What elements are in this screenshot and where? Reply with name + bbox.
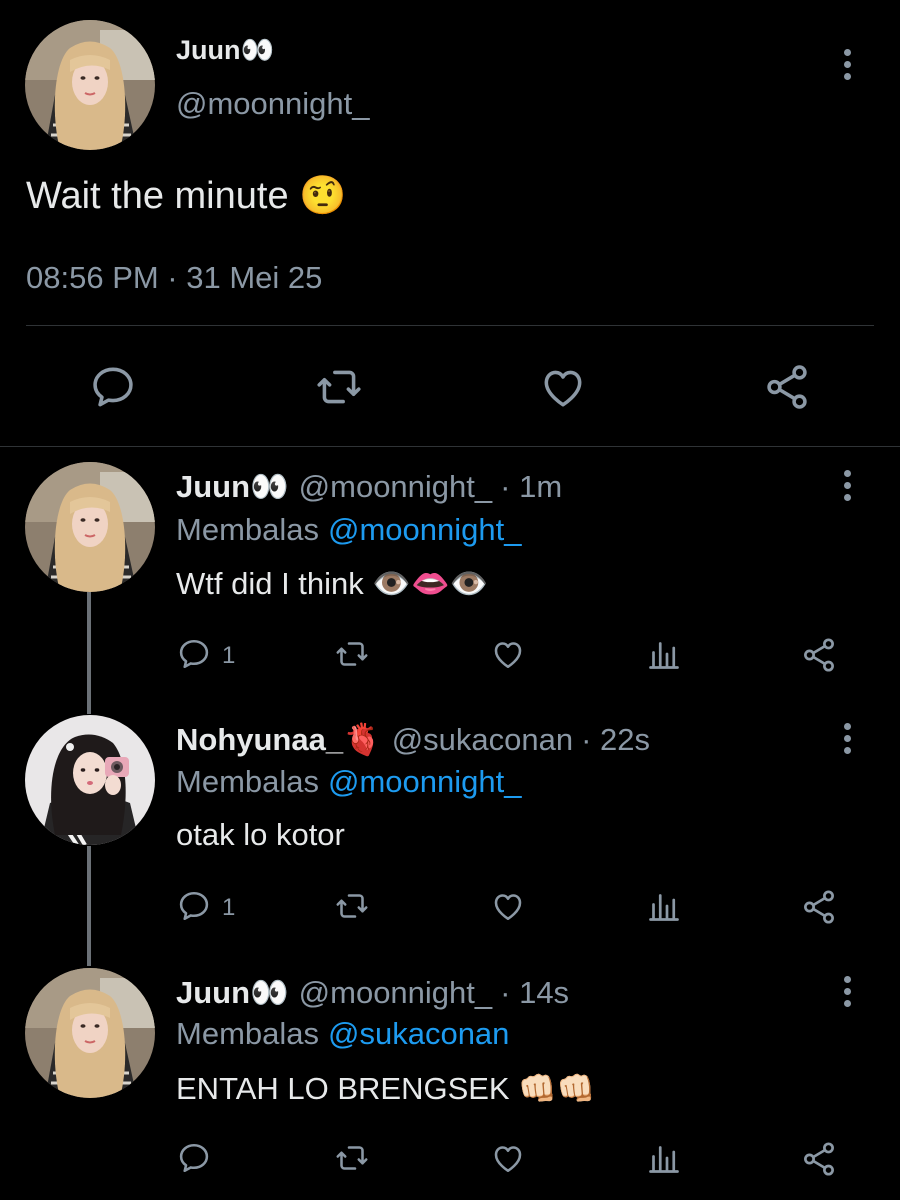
avatar[interactable] [25,968,155,1098]
replying-to-handle[interactable]: @moonnight_ [328,764,521,800]
reply-text: Wtf did I think 👁️👄👁️ [176,566,489,601]
reply-time: · 14s [500,975,570,1010]
replying-to: Membalas @sukaconan [176,1016,509,1052]
reply-text: otak lo kotor [176,817,345,852]
heart-icon[interactable] [490,636,526,672]
display-name[interactable]: Juun👀 [176,34,274,66]
divider [0,446,900,447]
comment-icon[interactable] [176,636,212,672]
avatar[interactable] [25,20,155,150]
retweet-icon[interactable] [333,636,371,672]
replying-to-handle[interactable]: @moonnight_ [328,512,521,548]
replying-to-label: Membalas [176,764,319,799]
replying-to-handle[interactable]: @sukaconan [328,1016,509,1052]
reply-header: Juun👀 @moonnight_ · 14s [176,974,569,1011]
reply-count: 1 [222,642,236,669]
heart-icon[interactable] [490,888,526,924]
avatar-image [25,462,155,592]
share-icon[interactable] [800,1140,838,1178]
replying-to: Membalas @moonnight_ [176,764,521,800]
display-name[interactable]: Nohyunaa_🫀 [176,721,382,758]
reply-header: Nohyunaa_🫀 @sukaconan · 22s [176,721,650,758]
thread-line [87,592,91,714]
reply-count: 1 [222,894,236,921]
views-icon[interactable] [646,888,682,924]
share-icon[interactable] [762,362,812,412]
reply-time: · 22s [581,722,651,757]
user-handle[interactable]: @moonnight_ [299,469,492,505]
heart-icon[interactable] [490,1140,526,1176]
comment-icon[interactable] [176,1140,212,1176]
tweet-timestamp: 08:56 PM · 31 Mei 25 [26,260,323,295]
share-icon[interactable] [800,636,838,674]
more-vertical-icon[interactable] [832,465,862,505]
reply-time: · 1m [500,469,563,504]
reply-text: ENTAH LO BRENGSEK 👊🏻👊🏻 [176,1071,596,1106]
comment-icon[interactable] [176,888,212,924]
display-name[interactable]: Juun👀 [176,468,289,505]
more-vertical-icon[interactable] [832,718,862,758]
user-handle[interactable]: @moonnight_ [176,86,369,122]
reply-header: Juun👀 @moonnight_ · 1m [176,468,562,505]
views-icon[interactable] [646,1140,682,1176]
retweet-icon[interactable] [314,362,364,412]
thread-line [87,846,91,966]
retweet-icon[interactable] [333,1140,371,1176]
avatar-image [25,968,155,1098]
display-name[interactable]: Juun👀 [176,974,289,1011]
avatar[interactable] [25,462,155,592]
tweet-text: Wait the minute 🤨 [26,175,347,217]
retweet-icon[interactable] [333,888,371,924]
user-handle[interactable]: @sukaconan [392,722,573,758]
avatar-image [25,715,155,845]
replying-to-label: Membalas [176,1016,319,1051]
replying-to: Membalas @moonnight_ [176,512,521,548]
more-vertical-icon[interactable] [832,44,862,84]
more-vertical-icon[interactable] [832,971,862,1011]
views-icon[interactable] [646,636,682,672]
heart-icon[interactable] [538,362,588,412]
share-icon[interactable] [800,888,838,926]
divider [26,325,874,326]
comment-icon[interactable] [88,362,138,412]
avatar-image [25,20,155,150]
avatar[interactable] [25,715,155,845]
replying-to-label: Membalas [176,512,319,547]
user-handle[interactable]: @moonnight_ [299,975,492,1011]
